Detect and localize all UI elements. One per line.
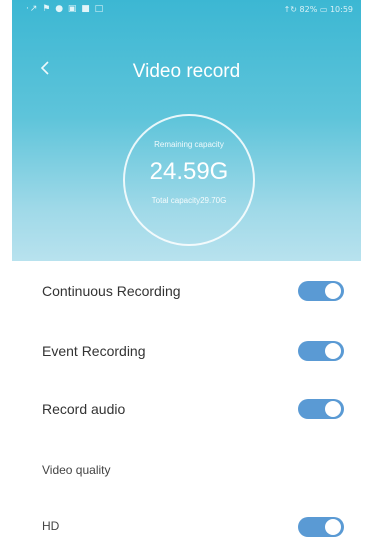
toggle-knob — [325, 401, 341, 417]
event-recording-toggle[interactable] — [298, 341, 344, 361]
record-audio-toggle[interactable] — [298, 399, 344, 419]
toggle-knob — [325, 283, 341, 299]
continuous-recording-label: Continuous Recording — [42, 283, 181, 299]
record-audio-row: Record audio — [12, 389, 361, 429]
capacity-ring: Remaining capacity 24.59G Total capacity… — [123, 114, 255, 246]
total-capacity-label: Total capacity29.70G — [151, 196, 227, 205]
event-recording-row: Event Recording — [12, 331, 361, 371]
event-recording-label: Event Recording — [42, 343, 146, 359]
status-info: ↑↻ 82% ▭ 10:59 — [283, 5, 353, 14]
continuous-recording-toggle[interactable] — [298, 281, 344, 301]
status-bar: ·↗ ⚑ ● ▣ ■ □ ↑↻ 82% ▭ 10:59 — [12, 0, 361, 22]
hd-label: HD — [42, 519, 60, 533]
video-record-screen: ·↗ ⚑ ● ▣ ■ □ ↑↻ 82% ▭ 10:59 Video record… — [0, 0, 371, 560]
toggle-knob — [325, 343, 341, 359]
remaining-capacity-label: Remaining capacity — [154, 140, 224, 149]
page-title: Video record — [132, 61, 241, 82]
video-quality-heading-row: Video quality — [12, 451, 361, 491]
hd-toggle[interactable] — [298, 517, 344, 537]
continuous-recording-row: Continuous Recording — [12, 271, 361, 311]
record-audio-label: Record audio — [42, 401, 126, 417]
capacity-header: ·↗ ⚑ ● ▣ ■ □ ↑↻ 82% ▭ 10:59 Video record… — [12, 0, 361, 261]
remaining-capacity-value: 24.59G — [149, 158, 229, 185]
status-icons: ·↗ ⚑ ● ▣ ■ □ — [26, 4, 105, 14]
hd-row: HD — [12, 507, 361, 547]
video-quality-heading: Video quality — [42, 463, 111, 477]
toggle-knob — [325, 519, 341, 535]
